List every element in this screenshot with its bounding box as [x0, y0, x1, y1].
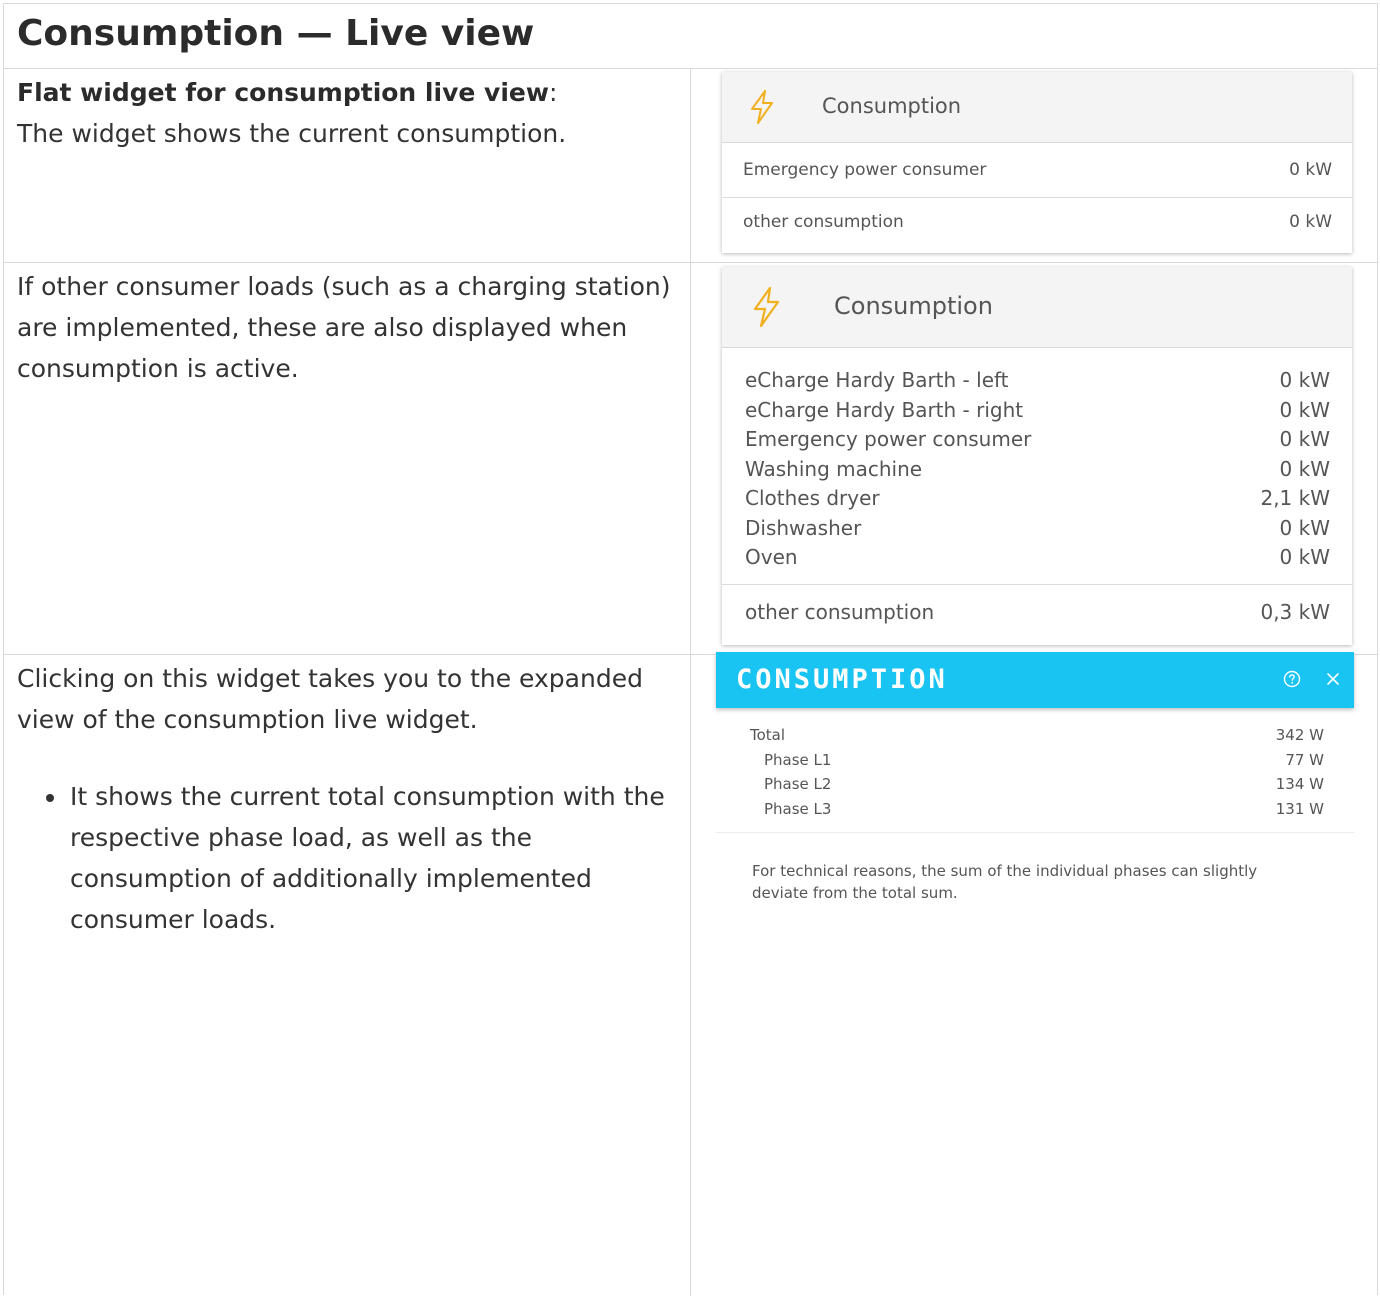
phase-label: Phase L2 — [764, 775, 832, 793]
section1-heading: Flat widget for consumption live view — [17, 78, 549, 107]
expanded-view-note: For technical reasons, the sum of the in… — [752, 862, 1258, 902]
consumption-widget-small[interactable]: Consumption Emergency power consumer 0 k… — [722, 72, 1352, 253]
consumer-value: 0 kW — [1279, 456, 1330, 481]
consumer-label: Oven — [745, 545, 798, 569]
total-label: Total — [750, 726, 786, 744]
row-value: 0 kW — [1289, 160, 1332, 180]
consumer-row: Washing machine 0 kW — [722, 457, 1352, 487]
section3-text: Clicking on this widget takes you to the… — [17, 664, 643, 734]
total-value: 342 W — [1275, 726, 1324, 744]
phase-row: Phase L1 77 W — [716, 751, 1354, 775]
title-row: Consumption — Live view — [4, 4, 1377, 69]
section1-heading-line: Flat widget for consumption live view: — [17, 72, 672, 113]
page-title: Consumption — Live view — [17, 13, 535, 54]
section1-text: The widget shows the current consumption… — [17, 119, 567, 148]
section1-description: Flat widget for consumption live view: T… — [17, 72, 672, 154]
other-consumption-row: other consumption 0,3 kW — [722, 600, 1352, 630]
consumer-row: Emergency power consumer 0 kW — [722, 427, 1352, 457]
consumption-widget-large[interactable]: Consumption eCharge Hardy Barth - left 0… — [722, 267, 1352, 645]
phase-label: Phase L1 — [764, 750, 832, 769]
consumer-row: Clothes dryer 2,1 kW — [722, 486, 1352, 516]
section3-description: Clicking on this widget takes you to the… — [17, 658, 672, 940]
consumer-row: Dishwasher 0 kW — [722, 516, 1352, 546]
widget-large-header: Consumption — [722, 267, 1352, 348]
other-consumption-value: 0,3 kW — [1260, 600, 1330, 624]
phase-table-separator — [716, 832, 1354, 833]
total-row: Total 342 W — [716, 726, 1354, 750]
section2-text: If other consumer loads (such as a charg… — [17, 272, 671, 383]
consumer-value: 2,1 kW — [1260, 486, 1330, 510]
expanded-view-title: CONSUMPTION — [736, 664, 948, 695]
row-value: 0 kW — [1289, 212, 1332, 232]
widget-small-row: Emergency power consumer 0 kW — [722, 160, 1352, 186]
consumer-label: eCharge Hardy Barth - right — [745, 397, 1024, 422]
consumer-row: Oven 0 kW — [722, 545, 1352, 575]
row-label: Emergency power consumer — [743, 160, 987, 180]
section3-bullet: It shows the current total consumption w… — [68, 776, 672, 940]
lightning-bolt-icon — [748, 90, 776, 128]
widget-small-row: other consumption 0 kW — [722, 212, 1352, 238]
widget-large-separator — [722, 584, 1352, 585]
widget-small-separator — [722, 197, 1352, 198]
expanded-view-header: CONSUMPTION — [716, 652, 1354, 708]
other-consumption-label: other consumption — [745, 600, 935, 624]
consumer-row: eCharge Hardy Barth - right 0 kW — [722, 398, 1352, 428]
consumer-value: 0 kW — [1279, 397, 1330, 422]
lightning-bolt-icon — [750, 286, 782, 331]
section3-bullet-list: It shows the current total consumption w… — [17, 776, 672, 940]
consumer-value: 0 kW — [1279, 427, 1330, 451]
phase-value: 131 W — [1275, 799, 1324, 818]
widget-small-header: Consumption — [722, 72, 1352, 143]
row-label: other consumption — [743, 212, 904, 232]
phase-row: Phase L3 131 W — [716, 800, 1354, 824]
close-icon[interactable] — [1320, 666, 1346, 692]
help-circle-icon[interactable] — [1279, 666, 1305, 692]
widget-small-title: Consumption — [822, 94, 962, 118]
consumer-row: eCharge Hardy Barth - left 0 kW — [722, 368, 1352, 398]
column-divider — [690, 69, 691, 1296]
widget-large-title: Consumption — [834, 292, 993, 320]
consumer-value: 0 kW — [1279, 515, 1330, 540]
consumer-label: Dishwasher — [745, 515, 862, 540]
row-divider-1 — [4, 262, 1377, 263]
consumer-value: 0 kW — [1279, 368, 1330, 392]
consumer-label: Clothes dryer — [745, 486, 880, 510]
consumer-label: Emergency power consumer — [745, 427, 1032, 451]
consumer-value: 0 kW — [1279, 545, 1330, 569]
consumer-label: Washing machine — [745, 456, 923, 481]
phase-row: Phase L2 134 W — [716, 775, 1354, 799]
phase-value: 134 W — [1275, 775, 1324, 793]
phase-label: Phase L3 — [764, 799, 832, 818]
phase-value: 77 W — [1285, 750, 1324, 769]
section2-description: If other consumer loads (such as a charg… — [17, 266, 672, 389]
section1-heading-suffix: : — [548, 78, 558, 107]
consumer-label: eCharge Hardy Barth - left — [745, 368, 1009, 392]
